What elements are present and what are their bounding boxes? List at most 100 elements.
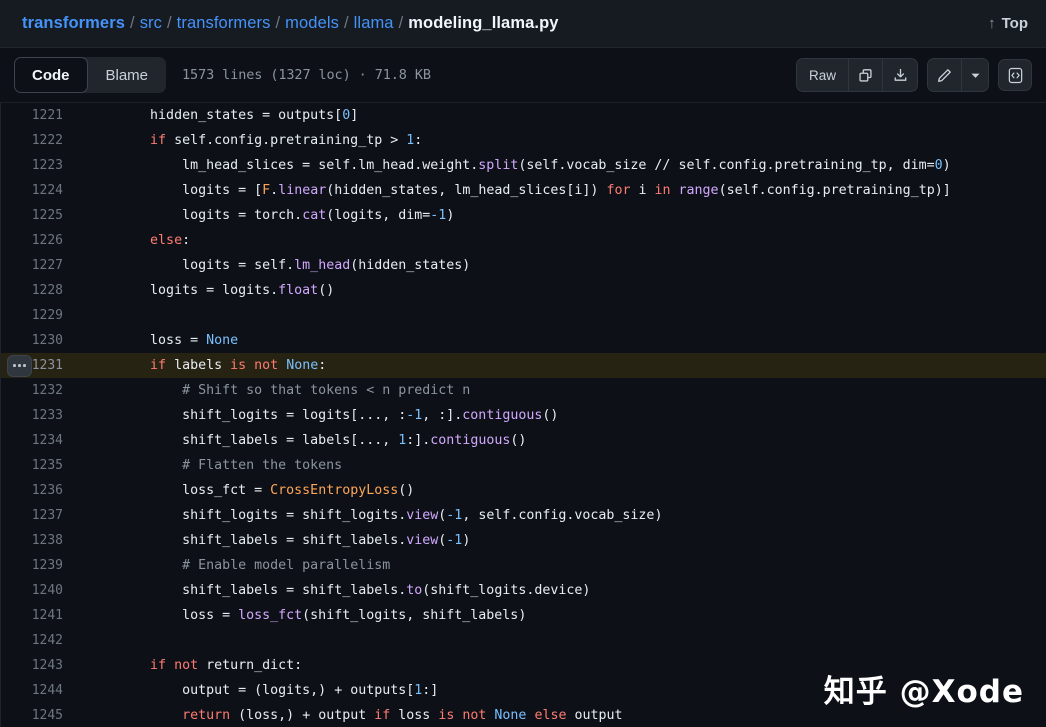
chevron-down-icon[interactable]	[962, 59, 988, 91]
line-content: # Flatten the tokens	[76, 453, 1046, 478]
code-token: (shift_logits, shift_labels)	[302, 608, 527, 623]
pencil-icon[interactable]	[928, 59, 962, 91]
code-token: =	[286, 583, 303, 598]
line-number[interactable]: 1238	[0, 528, 76, 553]
code-blame-tabs: Code Blame	[14, 57, 167, 93]
code-token: =	[206, 283, 223, 298]
line-number[interactable]: 1226	[0, 228, 76, 253]
code-token: labels	[166, 358, 231, 373]
code-token: self.lm_head.weight.	[318, 158, 479, 173]
code-token: float	[278, 283, 319, 298]
line-number[interactable]: 1228	[0, 278, 76, 303]
breadcrumb-separator: /	[166, 14, 172, 32]
code-content[interactable]: 1221 hidden_states = outputs[0] 1222 if s…	[0, 103, 1046, 727]
line-number[interactable]: 1239	[0, 553, 76, 578]
line-number[interactable]: 1229	[0, 303, 76, 328]
line-number[interactable]: 1242	[0, 628, 76, 653]
code-token: self.config.pretraining_tp	[166, 133, 391, 148]
code-line-row: 1234 shift_labels = labels[..., 1:].cont…	[0, 428, 1046, 453]
code-token: # Shift so that tokens < n predict n	[182, 383, 471, 398]
code-token: ()	[542, 408, 559, 423]
code-line-row: 1238 shift_labels = shift_labels.view(-1…	[0, 528, 1046, 553]
line-content: logits = logits.float()	[76, 278, 1046, 303]
breadcrumb-link-models[interactable]: models	[285, 14, 339, 33]
breadcrumb-link-src[interactable]: src	[140, 14, 162, 33]
tab-blame[interactable]: Blame	[88, 57, 167, 93]
file-meta-info: 1573 lines (1327 loc) · 71.8 KB	[182, 67, 431, 83]
line-number[interactable]: 1227	[0, 253, 76, 278]
code-token: return_dict:	[198, 658, 303, 673]
code-token: if	[150, 358, 167, 373]
line-content: logits = self.lm_head(hidden_states)	[76, 253, 1046, 278]
line-number[interactable]: 1223	[0, 153, 76, 178]
line-number[interactable]: 1224	[0, 178, 76, 203]
code-token: not	[254, 358, 279, 373]
line-number[interactable]: 1245	[0, 703, 76, 727]
code-token: torch.	[254, 208, 303, 223]
code-brackets-icon[interactable]	[998, 59, 1032, 91]
tab-code[interactable]: Code	[14, 57, 88, 93]
code-token: =	[286, 508, 303, 523]
line-content: # Enable model parallelism	[76, 553, 1046, 578]
line-number[interactable]: 1221	[0, 103, 76, 128]
line-number[interactable]: 1244	[0, 678, 76, 703]
code-line-row: 1231 if labels is not None:	[0, 353, 1046, 378]
line-content: loss = None	[76, 328, 1046, 353]
line-number[interactable]: 1232	[0, 378, 76, 403]
code-token: not	[462, 708, 487, 723]
breadcrumb-separator: /	[130, 14, 135, 32]
line-number[interactable]: 1240	[0, 578, 76, 603]
code-line-row: 1225 logits = torch.cat(logits, dim=-1)	[0, 203, 1046, 228]
code-token: else	[150, 233, 183, 248]
code-token: =	[254, 483, 271, 498]
download-icon[interactable]	[883, 59, 917, 91]
breadcrumb-link-transformers[interactable]: transformers	[177, 14, 271, 33]
code-line-row: 1239 # Enable model parallelism	[0, 553, 1046, 578]
code-line-row: 1227 logits = self.lm_head(hidden_states…	[0, 253, 1046, 278]
line-number[interactable]: 1222	[0, 128, 76, 153]
line-number[interactable]: 1234	[0, 428, 76, 453]
raw-button[interactable]: Raw	[796, 59, 849, 91]
line-number[interactable]: 1225	[0, 203, 76, 228]
kebab-menu-icon[interactable]	[7, 354, 32, 377]
code-token: lm_head	[294, 258, 351, 273]
line-content	[76, 303, 1046, 328]
code-token: >	[390, 133, 407, 148]
breadcrumb-link-transformers[interactable]: transformers	[22, 14, 125, 33]
code-line-row: 1237 shift_logits = shift_logits.view(-1…	[0, 503, 1046, 528]
arrow-up-icon: ↑	[988, 15, 996, 32]
line-number[interactable]: 1243	[0, 653, 76, 678]
breadcrumb-separator: /	[343, 14, 349, 32]
code-token: if	[374, 708, 391, 723]
code-token: =	[238, 208, 255, 223]
code-token: (logits, dim=	[326, 208, 431, 223]
code-token: :	[182, 233, 191, 248]
back-to-top-link[interactable]: ↑ Top	[988, 15, 1028, 32]
code-token: lm_head_slices	[182, 158, 303, 173]
code-token: None	[286, 358, 319, 373]
code-token: split	[478, 158, 519, 173]
code-line-row: 1229	[0, 303, 1046, 328]
code-token: is	[438, 708, 455, 723]
line-number[interactable]: 1237	[0, 503, 76, 528]
line-number[interactable]: 1236	[0, 478, 76, 503]
code-token: , self.config.vocab_size)	[462, 508, 663, 523]
code-line-row: 1233 shift_logits = logits[..., :-1, :].…	[0, 403, 1046, 428]
code-line-row: 1235 # Flatten the tokens	[0, 453, 1046, 478]
code-line-row: 1222 if self.config.pretraining_tp > 1:	[0, 128, 1046, 153]
line-number[interactable]: 1241	[0, 603, 76, 628]
code-token: )	[942, 158, 951, 173]
line-number[interactable]: 1235	[0, 453, 76, 478]
breadcrumb-link-llama[interactable]: llama	[354, 14, 394, 33]
code-token: view	[406, 508, 439, 523]
line-number[interactable]: 1233	[0, 403, 76, 428]
line-number[interactable]: 1230	[0, 328, 76, 353]
code-token: contiguous	[462, 408, 543, 423]
copy-icon[interactable]	[849, 59, 883, 91]
